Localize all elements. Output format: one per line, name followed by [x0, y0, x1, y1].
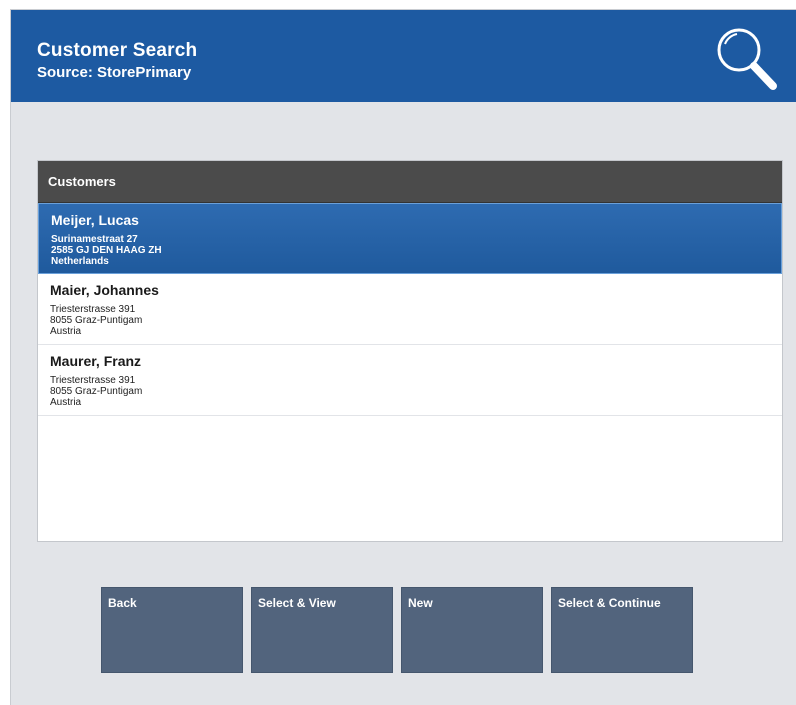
- page-subtitle: Source: StorePrimary: [37, 64, 192, 81]
- customer-name: Maurer, Franz: [50, 353, 142, 369]
- page-title: Customer Search: [37, 40, 198, 61]
- header-bar: Customer Search Source: StorePrimary: [11, 10, 796, 102]
- select-continue-button[interactable]: Select & Continue: [551, 587, 693, 673]
- customer-name: Meijer, Lucas: [51, 212, 139, 228]
- customer-city: 8055 Graz-Puntigam: [50, 386, 143, 397]
- customer-name: Maier, Johannes: [50, 282, 159, 298]
- list-item[interactable]: Maier, Johannes Triesterstrasse 391 8055…: [38, 274, 782, 345]
- search-icon: [717, 28, 777, 90]
- customer-street: Triesterstrasse 391: [50, 375, 136, 386]
- new-button[interactable]: New: [401, 587, 543, 673]
- customer-street: Triesterstrasse 391: [50, 304, 136, 315]
- list-header: Customers: [38, 161, 782, 203]
- customer-country: Netherlands: [51, 256, 109, 267]
- customer-street: Surinamestraat 27: [51, 234, 138, 245]
- customer-country: Austria: [50, 326, 82, 337]
- list-item[interactable]: Meijer, Lucas Surinamestraat 27 2585 GJ …: [38, 203, 782, 274]
- customer-city: 8055 Graz-Puntigam: [50, 315, 143, 326]
- select-view-button[interactable]: Select & View: [251, 587, 393, 673]
- list-item[interactable]: Maurer, Franz Triesterstrasse 391 8055 G…: [38, 345, 782, 416]
- customer-city: 2585 GJ DEN HAAG ZH: [51, 245, 162, 256]
- customers-list: Customers Meijer, Lucas Surinamestraat 2…: [37, 160, 783, 542]
- customer-country: Austria: [50, 397, 82, 408]
- back-button[interactable]: Back: [101, 587, 243, 673]
